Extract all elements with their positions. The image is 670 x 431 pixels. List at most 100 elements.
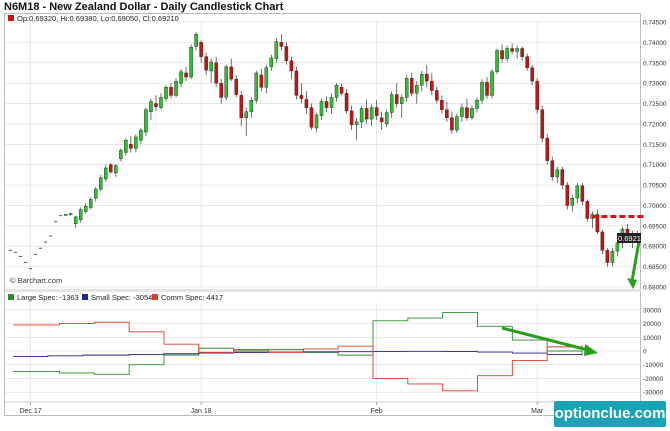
candle [435, 86, 439, 104]
candle [394, 83, 399, 108]
candle-body [475, 100, 479, 109]
candle [605, 248, 610, 267]
cot-tick-label: 0 [643, 349, 647, 356]
candle-body [164, 87, 168, 99]
candle [214, 56, 218, 88]
candle-body [339, 87, 344, 94]
candle [470, 105, 474, 120]
candle-body [319, 101, 324, 116]
candle [550, 156, 554, 181]
candle [244, 107, 249, 137]
candle-body [500, 50, 504, 59]
candle-body [560, 169, 565, 186]
candle-body [279, 42, 284, 47]
candle-body [99, 177, 103, 190]
candle-body [254, 72, 259, 101]
candle-body [565, 184, 570, 206]
candle-body [304, 99, 309, 108]
candle [289, 56, 294, 80]
candle [379, 111, 384, 131]
candle-body [460, 107, 464, 117]
candle-body [244, 111, 249, 119]
candle [565, 181, 570, 210]
candle-body [289, 60, 294, 72]
panel-separator [5, 289, 641, 292]
candle-body [480, 82, 484, 101]
candle-body [154, 103, 158, 107]
ohlc-legend: Op:0.69320, Hi:0.69380, Lo:0.69050, Cl:0… [17, 14, 179, 23]
candle-body [605, 250, 610, 263]
candle-body [274, 41, 279, 59]
candle-body [445, 109, 449, 119]
candle-body [149, 101, 153, 112]
candle [229, 58, 233, 82]
candle [224, 64, 228, 101]
candle-body [550, 160, 554, 178]
candle-body [580, 185, 585, 202]
candle [78, 207, 83, 223]
candle [209, 58, 213, 84]
candle [199, 40, 203, 63]
candle [269, 54, 274, 71]
candle-body [189, 47, 193, 78]
candle-body [515, 48, 519, 52]
candle-body [78, 209, 83, 220]
cot-tick-label: -20000 [643, 376, 664, 383]
candle [535, 78, 539, 114]
candle-body [294, 70, 299, 96]
chart-canvas: 0.68000 0.68500 0.69000 0.69500 0.70000 0.705… [5, 14, 667, 415]
candle [309, 103, 314, 131]
cot-arrowhead [584, 344, 598, 356]
candle-body [259, 74, 264, 88]
candle [575, 183, 580, 204]
candle-body [389, 94, 394, 113]
candle-body [530, 67, 534, 82]
candle-body [159, 97, 163, 108]
candle-body [329, 97, 334, 108]
candle-body [405, 78, 409, 98]
candle-body [89, 199, 93, 208]
candle-body [435, 90, 439, 101]
candle [159, 93, 163, 110]
candle [239, 91, 243, 126]
candle [304, 91, 309, 114]
candlestick-series [8, 32, 640, 270]
candle [490, 68, 494, 99]
candle [440, 95, 444, 114]
candle [119, 148, 123, 162]
candle [99, 174, 103, 192]
candle [545, 134, 549, 165]
candle [450, 111, 454, 135]
candle [520, 46, 524, 61]
candle [425, 64, 429, 88]
candle [445, 101, 449, 122]
candle [284, 42, 289, 65]
candle-body [234, 78, 238, 95]
candle [68, 212, 73, 216]
candle [560, 166, 565, 190]
candle [430, 72, 434, 96]
candle [89, 197, 93, 210]
candle-body [420, 73, 424, 86]
price-tick-label: 0.71500 [643, 142, 667, 149]
x-tick-label: Jan 18 [191, 408, 212, 415]
candle-body [334, 84, 339, 98]
candle-body [369, 107, 374, 120]
candle [399, 94, 404, 118]
candle [94, 187, 98, 202]
legend-comm-spec: Comm Spec: 4417 [161, 293, 223, 302]
candle-body [415, 84, 419, 94]
candle [324, 96, 329, 112]
candle [500, 44, 504, 63]
candle-body [450, 117, 454, 131]
candle-body [430, 80, 434, 91]
candle-body [374, 107, 379, 116]
price-tick-label: 0.69000 [643, 244, 667, 251]
candle [274, 38, 279, 63]
candle-body [184, 72, 188, 78]
price-tick-label: 0.74000 [643, 40, 667, 47]
candle [134, 134, 138, 153]
price-tick-label: 0.70000 [643, 203, 667, 210]
candle [475, 97, 479, 113]
candle-body [410, 78, 414, 94]
